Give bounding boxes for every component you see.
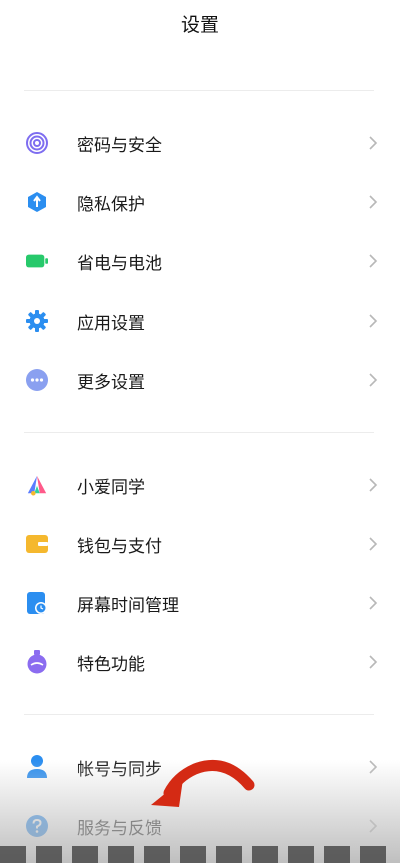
chevron-right-icon xyxy=(369,373,378,387)
chevron-right-icon xyxy=(369,819,378,833)
flask-icon xyxy=(26,650,48,674)
more-dots-icon xyxy=(26,369,48,391)
chevron-right-icon xyxy=(369,136,378,150)
settings-row-label: 应用设置 xyxy=(77,313,145,334)
section-divider xyxy=(24,432,374,433)
settings-row-label: 钱包与支付 xyxy=(77,536,162,557)
page-title: 设置 xyxy=(180,14,219,36)
settings-row-screen-time[interactable]: 屏幕时间管理 xyxy=(0,574,400,632)
section-divider xyxy=(24,714,374,715)
screen-time-icon xyxy=(26,592,48,614)
chevron-right-icon xyxy=(369,478,378,492)
settings-row-label: 小爱同学 xyxy=(77,477,145,498)
settings-row-label: 隐私保护 xyxy=(77,194,145,215)
settings-row-app-settings[interactable]: 应用设置 xyxy=(0,292,400,350)
settings-row-battery[interactable]: 省电与电池 xyxy=(0,232,400,290)
chevron-right-icon xyxy=(369,314,378,328)
chevron-right-icon xyxy=(369,596,378,610)
chevron-right-icon xyxy=(369,537,378,551)
cropped-caption-strip xyxy=(0,846,400,863)
settings-row-special-features[interactable]: 特色功能 xyxy=(0,633,400,691)
chevron-right-icon xyxy=(369,254,378,268)
settings-row-privacy[interactable]: 隐私保护 xyxy=(0,173,400,231)
settings-row-more-settings[interactable]: 更多设置 xyxy=(0,351,400,409)
settings-row-xiaoai[interactable]: 小爱同学 xyxy=(0,456,400,514)
settings-row-label: 特色功能 xyxy=(77,654,145,675)
help-icon xyxy=(26,815,48,837)
settings-row-label: 屏幕时间管理 xyxy=(77,595,179,616)
settings-row-label: 服务与反馈 xyxy=(77,818,162,839)
chevron-right-icon xyxy=(369,195,378,209)
wallet-icon xyxy=(26,533,48,555)
settings-row-label: 密码与安全 xyxy=(77,135,162,156)
chevron-right-icon xyxy=(369,760,378,774)
xiaoai-icon xyxy=(26,474,48,496)
gear-icon xyxy=(26,310,48,332)
section-divider xyxy=(24,90,374,91)
fingerprint-icon xyxy=(26,132,48,154)
chevron-right-icon xyxy=(369,655,378,669)
settings-row-label: 省电与电池 xyxy=(77,253,162,274)
battery-icon xyxy=(26,250,48,272)
settings-row-wallet[interactable]: 钱包与支付 xyxy=(0,515,400,573)
red-curved-arrow-icon xyxy=(151,759,255,807)
account-icon xyxy=(26,755,48,778)
privacy-shield-icon xyxy=(26,191,48,213)
settings-row-password-security[interactable]: 密码与安全 xyxy=(0,114,400,172)
settings-row-label: 更多设置 xyxy=(77,372,145,393)
